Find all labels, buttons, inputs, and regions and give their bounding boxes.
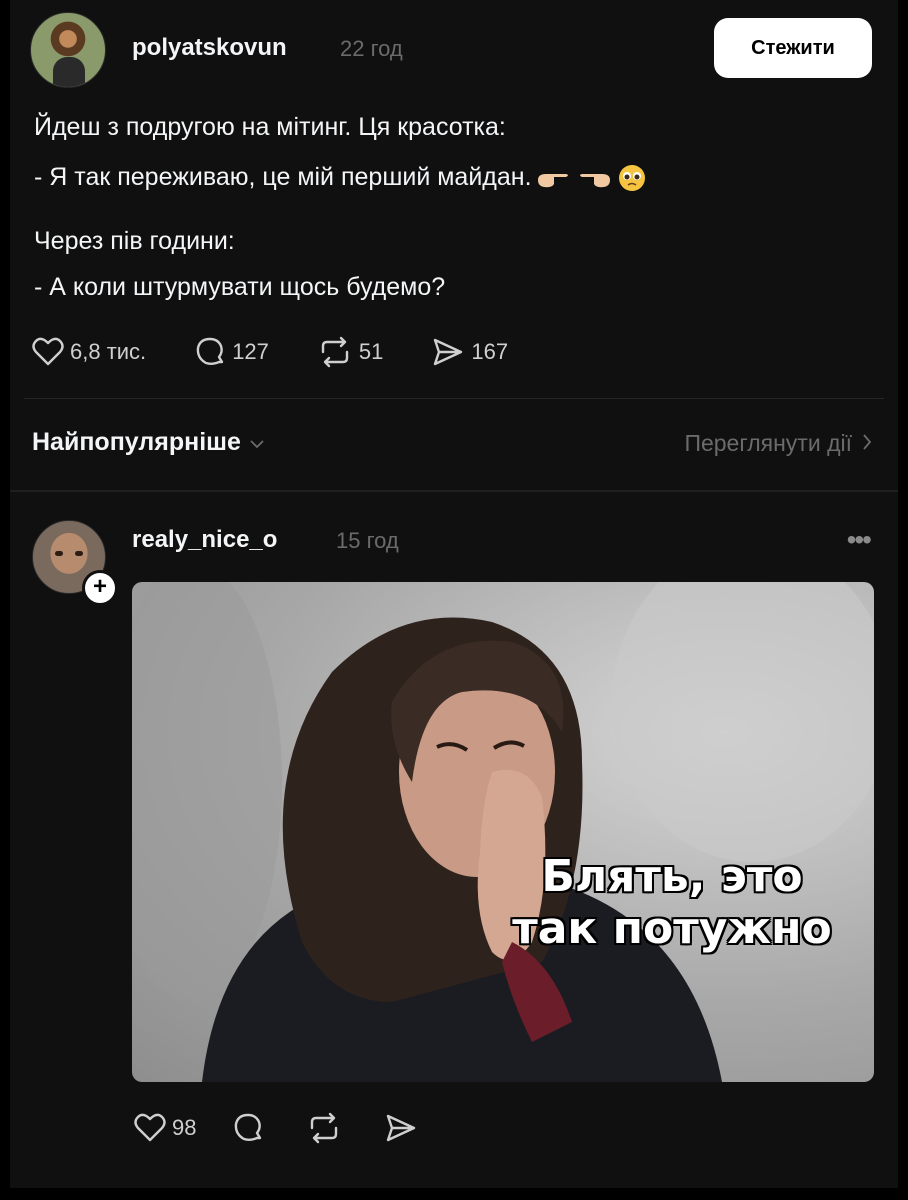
author-username[interactable]: polyatskovun xyxy=(132,34,287,62)
heart-icon xyxy=(32,337,64,366)
like-button[interactable]: 6,8 тис. xyxy=(32,337,146,367)
repost-button[interactable]: 51 xyxy=(317,336,383,368)
repost-icon xyxy=(311,1112,338,1144)
share-count: 167 xyxy=(471,339,509,364)
view-activity-label: Переглянути дії xyxy=(684,430,852,456)
follow-button[interactable]: Стежити xyxy=(714,18,872,78)
post-actions: 6,8 тис. 127 51 167 xyxy=(32,332,556,372)
reply-like-button[interactable]: 98 xyxy=(134,1113,196,1143)
author-avatar[interactable] xyxy=(30,12,106,88)
post-text-line-3: Через пів години: xyxy=(34,227,235,255)
like-count: 6,8 тис. xyxy=(70,339,147,364)
comment-button[interactable]: 127 xyxy=(194,336,269,368)
comment-icon xyxy=(196,337,224,365)
point-left-emoji-icon xyxy=(576,166,612,195)
meme-caption-line-1: Блять, это xyxy=(541,851,803,902)
reply-repost-button[interactable] xyxy=(306,1112,348,1144)
post-text-line-2-row: - Я так переживаю, це мій перший майдан. xyxy=(34,162,647,198)
avatar-figure xyxy=(53,57,85,87)
reply-share-button[interactable] xyxy=(384,1112,424,1144)
sort-dropdown[interactable]: Найпопулярніше xyxy=(32,428,265,457)
point-right-emoji-icon xyxy=(536,166,572,195)
avatar-eye-right xyxy=(75,551,83,556)
crying-woman-illustration xyxy=(132,582,874,1082)
chevron-down-icon xyxy=(249,428,265,457)
comment-icon xyxy=(235,1113,262,1141)
reply-username[interactable]: realy_nice_o xyxy=(132,526,277,554)
repost-count: 51 xyxy=(358,339,384,364)
reply-comment-button[interactable] xyxy=(232,1112,270,1144)
comment-count: 127 xyxy=(232,339,269,364)
follow-plus-icon[interactable]: + xyxy=(82,570,118,606)
reply-like-count: 98 xyxy=(172,1115,197,1140)
pleading-face-emoji-icon xyxy=(617,163,647,198)
send-icon xyxy=(387,1114,416,1142)
avatar-eye-left xyxy=(55,551,63,556)
more-options-icon[interactable]: ••• xyxy=(847,524,872,556)
post-text-line-4: - А коли штурмувати щось будемо? xyxy=(34,273,446,301)
reply-actions: 98 xyxy=(134,1112,460,1144)
share-button[interactable]: 167 xyxy=(431,336,508,368)
threads-post-screen: polyatskovun 22 год Стежити Йдеш з подру… xyxy=(10,0,898,1188)
meme-image[interactable]: Блять, это так потужно xyxy=(132,582,874,1082)
view-activity-link[interactable]: Переглянути дії xyxy=(684,430,872,457)
post-text-line-2: - Я так переживаю, це мій перший майдан. xyxy=(34,163,532,191)
screen-bottom-edge xyxy=(0,1188,908,1200)
meme-caption-line-2: так потужно xyxy=(512,903,832,954)
sort-label: Найпопулярніше xyxy=(32,428,241,456)
heart-icon xyxy=(134,1113,166,1142)
post-timestamp: 22 год xyxy=(340,36,403,61)
reply-timestamp: 15 год xyxy=(336,528,399,553)
section-divider xyxy=(24,398,884,399)
chevron-right-icon xyxy=(862,430,872,457)
send-icon xyxy=(434,338,463,366)
post-text-line-1: Йдеш з подругою на мітинг. Ця красотка: xyxy=(34,113,506,141)
repost-icon xyxy=(321,336,349,368)
thread-divider xyxy=(10,490,898,492)
